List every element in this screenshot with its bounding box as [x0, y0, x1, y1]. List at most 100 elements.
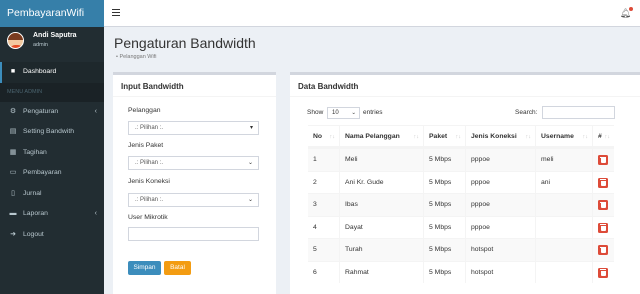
cell-action	[592, 171, 614, 193]
table-row: 5 Turah 5 Mbps hotspot	[308, 238, 614, 261]
cell-paket: 5 Mbps	[423, 171, 465, 193]
delete-button[interactable]	[598, 200, 608, 210]
cell-username: meli	[535, 149, 592, 171]
koneksi-label: Jenis Koneksi	[128, 178, 170, 185]
sidebar-item-label: Laporan	[23, 210, 48, 217]
chevron-down-icon: ▾	[249, 125, 253, 131]
save-button[interactable]: Simpan	[128, 261, 161, 275]
input-bandwidth-box: Input Bandwidth Pelanggan .: Pilihan :. …	[113, 72, 276, 294]
cell-no: 1	[313, 156, 317, 163]
gear-icon: ⚙	[9, 107, 17, 115]
column-header-nama[interactable]: Nama Pelanggan ↑↓	[339, 126, 423, 146]
cell-jenis-koneksi: pppoe	[465, 216, 535, 238]
cell-paket: 5 Mbps	[423, 216, 465, 238]
cell-no: 4	[313, 223, 317, 231]
avatar	[7, 32, 24, 49]
paket-select-value: .: Pilihan :.	[135, 160, 164, 166]
notification-dot	[629, 7, 633, 11]
book-icon: ▯	[11, 189, 15, 197]
column-header-username[interactable]: Username ↑↓	[535, 126, 592, 146]
sidebar-item-label: Pembayaran	[23, 169, 62, 176]
chevron-left-icon: ‹	[94, 107, 97, 115]
cell-jenis-koneksi: hotspot	[465, 261, 535, 283]
hamburger-menu-icon[interactable]	[112, 9, 120, 16]
delete-button[interactable]	[598, 245, 608, 255]
sidebar-item-label: Pengaturan	[23, 107, 59, 115]
search-input[interactable]	[542, 106, 615, 119]
delete-button[interactable]	[598, 155, 608, 165]
sort-icon: ↑↓	[329, 134, 336, 140]
sidebar-item-label: Dashboard	[23, 68, 57, 75]
box-title: Input Bandwidth	[121, 82, 184, 91]
column-header-action[interactable]: # ↑↓	[592, 126, 614, 146]
entries-label: entries	[363, 109, 383, 116]
delete-button[interactable]	[598, 222, 608, 233]
sidebar-item-label: Setting Bandwith	[23, 128, 75, 135]
koneksi-select-value: .: Pilihan :.	[135, 197, 164, 203]
cell-paket: 5 Mbps	[423, 239, 465, 261]
paket-select[interactable]: .: Pilihan :. ⌄	[128, 156, 259, 170]
cell-jenis-koneksi: pppoe	[465, 171, 535, 193]
user-name: Andi Saputra	[33, 32, 77, 39]
trash-icon	[600, 179, 606, 180]
sidebar-item-setting-bandwith[interactable]: ▤ Setting Bandwith	[0, 122, 104, 143]
cell-no: 5	[313, 246, 317, 253]
logout-icon: ➜	[10, 230, 16, 238]
delete-button[interactable]	[598, 177, 608, 188]
cell-nama: Ani Kr. Gude	[339, 171, 423, 193]
chevron-down-icon: ⌄	[351, 110, 356, 116]
divider	[290, 96, 640, 97]
pelanggan-select-value: .: Pilihan :.	[135, 125, 164, 131]
column-header-paket[interactable]: Paket ↑↓	[423, 126, 465, 146]
cell-action	[592, 239, 614, 261]
sidebar-item-tagihan[interactable]: ▦ Tagihan	[0, 143, 104, 164]
cell-jenis-koneksi: hotspot	[465, 239, 535, 261]
sort-icon: ↑↓	[413, 134, 420, 140]
cell-no: 6	[313, 268, 317, 276]
cell-action	[592, 149, 614, 171]
sidebar-item-dashboard[interactable]: ■ Dashboard	[0, 62, 104, 83]
pelanggan-label: Pelanggan	[128, 107, 161, 114]
app-brand[interactable]: PembayaranWifi	[0, 0, 104, 27]
sort-icon: ↑↓	[525, 134, 532, 140]
cell-username: ani	[535, 171, 592, 193]
data-bandwidth-box: Data Bandwidth Show 10 ⌄ entries Search:…	[290, 72, 640, 294]
money-icon: ▭	[9, 169, 17, 176]
sidebar-item-logout[interactable]: ➜ Logout	[0, 225, 104, 246]
cell-nama: Ibas	[339, 194, 423, 216]
user-role: admin	[33, 42, 48, 48]
pelanggan-select[interactable]: .: Pilihan :. ▾	[128, 121, 259, 135]
sidebar: PembayaranWifi Andi Saputra admin ■ Dash…	[0, 0, 104, 294]
cell-paket: 5 Mbps	[423, 261, 465, 283]
divider	[113, 96, 276, 97]
delete-button[interactable]	[598, 267, 608, 278]
sort-icon: ↑↓	[582, 134, 589, 140]
sidebar-item-laporan[interactable]: ▬ Laporan ‹	[0, 204, 104, 225]
cell-username	[535, 261, 592, 283]
file-icon: ▤	[9, 128, 17, 135]
search-label: Search:	[515, 109, 538, 116]
sidebar-item-pengaturan[interactable]: ⚙ Pengaturan ‹	[0, 102, 104, 123]
cancel-button[interactable]: Batal	[164, 261, 191, 275]
cell-jenis-koneksi: pppoe	[465, 149, 535, 171]
entries-length-select[interactable]: 10 ⌄	[327, 107, 360, 119]
breadcrumb: • Pelanggan Wifi	[116, 54, 156, 60]
bandwidth-table: No ↑↓ Nama Pelanggan ↑↓ Paket ↑↓ Jenis Kone…	[308, 125, 614, 283]
cell-nama: Meli	[339, 149, 423, 171]
table-row: 4 Dayat 5 Mbps pppoe	[308, 215, 614, 238]
chevron-down-icon: ⌄	[247, 160, 253, 166]
show-label: Show	[307, 109, 324, 116]
cell-nama: Turah	[339, 239, 423, 261]
sidebar-item-jurnal[interactable]: ▯ Jurnal	[0, 184, 104, 205]
cell-username	[535, 194, 592, 216]
page-title: Pengaturan Bandwidth	[114, 35, 256, 51]
column-header-jenis-koneksi[interactable]: Jenis Koneksi ↑↓	[465, 126, 535, 146]
breadcrumb-item[interactable]: Pelanggan Wifi	[119, 54, 156, 60]
cell-username	[535, 239, 592, 261]
koneksi-select[interactable]: .: Pilihan :. ⌄	[128, 193, 259, 207]
sidebar-item-pembayaran[interactable]: ▭ Pembayaran	[0, 163, 104, 184]
mikrotik-user-input[interactable]	[128, 227, 259, 241]
column-header-no[interactable]: No ↑↓	[308, 126, 339, 146]
table-row: 3 Ibas 5 Mbps pppoe	[308, 193, 614, 216]
sort-icon: ↑↓	[455, 134, 462, 140]
